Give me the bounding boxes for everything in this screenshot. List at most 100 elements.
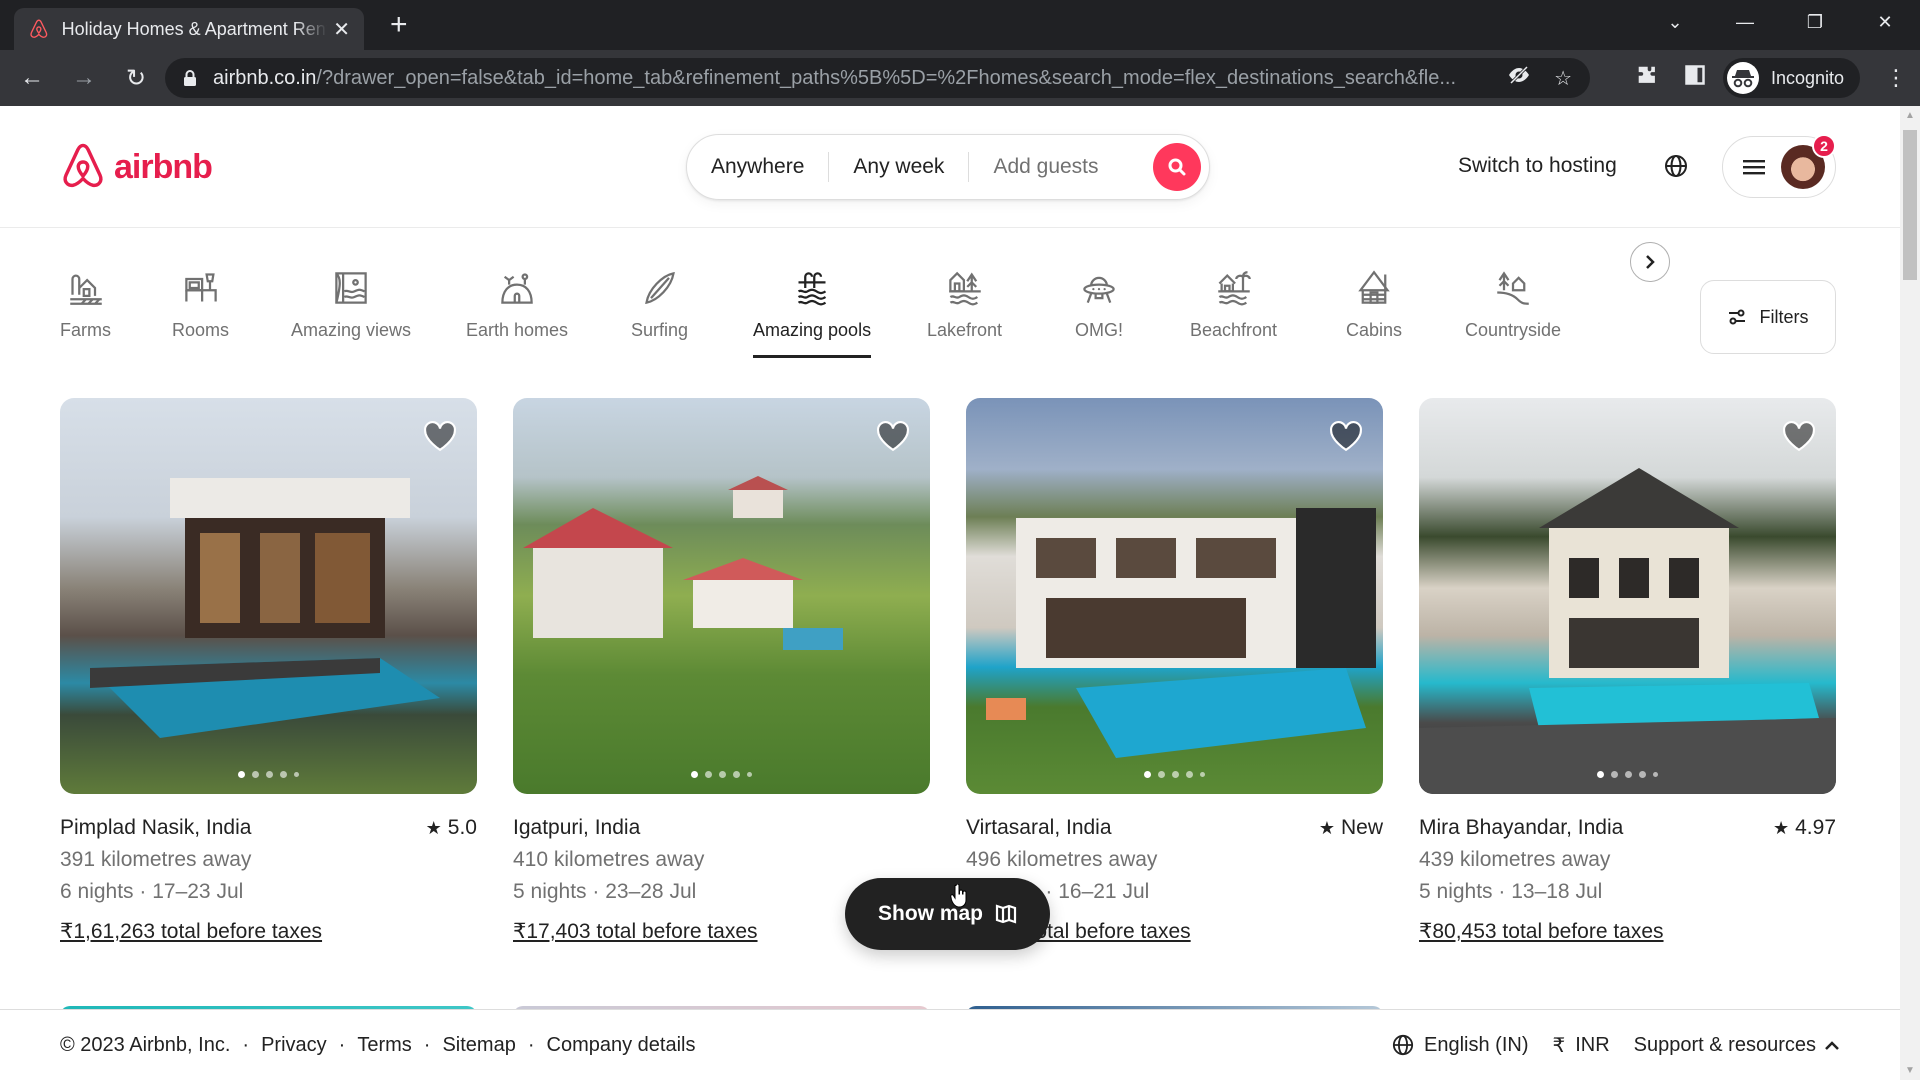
listing-photo[interactable]: [966, 398, 1383, 794]
listing-photo[interactable]: [1419, 398, 1836, 794]
rating-value: New: [1340, 816, 1383, 839]
rating-value: 4.97: [1795, 816, 1836, 839]
listing-card[interactable]: Igatpuri, India 410 kilometres away 5 ni…: [513, 398, 930, 948]
category-amazing-views[interactable]: Amazing views: [291, 266, 411, 341]
category-farms[interactable]: Farms: [60, 266, 111, 341]
tab-search-icon[interactable]: ⌄: [1640, 12, 1710, 33]
listing-photo[interactable]: [60, 398, 477, 794]
notification-badge: 2: [1812, 134, 1836, 158]
rupee-icon: ₹: [1552, 1034, 1566, 1057]
reload-button[interactable]: ↻: [116, 58, 156, 98]
wishlist-heart-icon[interactable]: [1782, 420, 1816, 452]
copyright: © 2023 Airbnb, Inc.: [60, 1033, 231, 1056]
new-tab-button[interactable]: +: [390, 10, 408, 40]
category-lakefront[interactable]: Lakefront: [927, 266, 1002, 341]
show-map-button[interactable]: Show map: [845, 878, 1050, 950]
listing-price[interactable]: ₹80,453 total before taxes: [1419, 916, 1836, 948]
separator: ·: [527, 1033, 535, 1056]
listing-distance: 391 kilometres away: [60, 848, 252, 871]
browser-tab[interactable]: Holiday Homes & Apartment Rentals - Airb…: [14, 8, 364, 50]
footer-currency-button[interactable]: ₹ INR: [1552, 1033, 1609, 1058]
category-rooms[interactable]: Rooms: [172, 266, 229, 341]
wishlist-heart-icon[interactable]: [1329, 420, 1363, 452]
filters-button[interactable]: Filters: [1700, 280, 1836, 354]
category-omg[interactable]: OMG!: [1075, 266, 1123, 341]
forward-button[interactable]: →: [64, 58, 104, 98]
page-scrollbar[interactable]: ▲ ▼: [1900, 106, 1920, 1080]
switch-to-hosting-link[interactable]: Switch to hosting: [1458, 154, 1617, 178]
footer-support-resources-button[interactable]: Support & resources: [1634, 1034, 1840, 1057]
search-add-guests-button[interactable]: Add guests: [969, 152, 1122, 182]
pool-icon: [797, 272, 827, 306]
listing-card[interactable]: Virtasaral, India ★ New 496 kilometres awa…: [966, 398, 1383, 948]
category-amazing-pools[interactable]: Amazing pools: [753, 266, 872, 358]
listing-card[interactable]: Pimplad Nasik, India ★ 5.0 391 kilometres …: [60, 398, 477, 948]
category-earth-homes[interactable]: Earth homes: [466, 266, 568, 341]
footer-link-sitemap[interactable]: Sitemap: [442, 1034, 515, 1057]
scroll-down-arrow[interactable]: ▼: [1900, 1065, 1920, 1076]
browser-toolbar: ← → ↻ airbnb.co.in/?drawer_open=false&ta…: [0, 50, 1920, 106]
listing-card[interactable]: Mira Bhayandar, India ★ 4.97 439 kilometre…: [1419, 398, 1836, 948]
category-label: Earth homes: [466, 320, 569, 340]
address-bar[interactable]: airbnb.co.in/?drawer_open=false&tab_id=h…: [165, 58, 1590, 98]
airbnb-favicon-icon: [30, 19, 48, 38]
url-text[interactable]: airbnb.co.in/?drawer_open=false&tab_id=h…: [213, 67, 1484, 90]
listing-price[interactable]: ₹1,61,263 total before taxes: [60, 916, 477, 948]
restore-button[interactable]: ❐: [1780, 12, 1850, 33]
listing-dates: 5 nights · 13–18 Jul: [1419, 880, 1603, 903]
wishlist-heart-icon[interactable]: [423, 420, 457, 452]
footer-language-button[interactable]: English (IN): [1392, 1034, 1528, 1057]
filters-sliders-icon: [1728, 309, 1745, 325]
chevron-right-icon: [1646, 255, 1655, 269]
search-anywhere-button[interactable]: Anywhere: [687, 152, 828, 182]
category-countryside[interactable]: Countryside: [1465, 266, 1561, 341]
map-icon: [995, 904, 1017, 924]
scrollbar-thumb[interactable]: [1903, 130, 1917, 280]
search-any-week-button[interactable]: Any week: [829, 152, 968, 182]
star-icon: ★: [1772, 818, 1790, 838]
listing-rating: ★ New: [1319, 812, 1383, 844]
listing-rating: ★ 4.97: [1773, 812, 1836, 844]
search-bar[interactable]: Anywhere Any week Add guests: [686, 134, 1210, 200]
listing-photo[interactable]: [513, 398, 930, 794]
close-window-button[interactable]: ✕: [1850, 12, 1920, 33]
airbnb-page: airbnb Anywhere Any week Add guests Swit…: [0, 106, 1900, 1080]
category-surfing[interactable]: Surfing: [631, 266, 688, 341]
close-tab-icon[interactable]: ✕: [333, 17, 350, 42]
listing-location: Igatpuri, India: [513, 816, 641, 839]
bookmark-star-icon[interactable]: ☆: [1554, 66, 1572, 91]
category-cabins[interactable]: Cabins: [1346, 266, 1402, 341]
wishlist-heart-icon[interactable]: [876, 420, 910, 452]
scroll-up-arrow[interactable]: ▲: [1900, 110, 1920, 121]
category-next-button[interactable]: [1630, 242, 1670, 282]
site-header: airbnb Anywhere Any week Add guests Swit…: [0, 106, 1900, 228]
minimize-button[interactable]: —: [1710, 12, 1780, 33]
star-icon: ★: [1318, 818, 1335, 838]
lakefront-icon: [948, 271, 981, 306]
photo-pagination-dots: [966, 771, 1383, 778]
back-button[interactable]: ←: [12, 58, 52, 98]
footer-link-company-details[interactable]: Company details: [547, 1034, 696, 1057]
browser-menu-icon[interactable]: ⋮: [1872, 65, 1920, 91]
incognito-profile-button[interactable]: Incognito: [1722, 58, 1860, 98]
listing-distance: 496 kilometres away: [966, 848, 1158, 871]
side-panel-icon[interactable]: [1671, 65, 1719, 91]
listing-distance: 439 kilometres away: [1419, 848, 1611, 871]
countryside-icon: [1497, 271, 1529, 305]
category-beachfront[interactable]: Beachfront: [1190, 266, 1277, 341]
search-button[interactable]: [1153, 143, 1201, 191]
support-label: Support & resources: [1633, 1033, 1816, 1056]
site-footer: © 2023 Airbnb, Inc. · Privacy · Terms · …: [0, 1009, 1900, 1080]
tracking-protection-icon[interactable]: [1508, 65, 1530, 91]
category-label: Lakefront: [927, 320, 1003, 340]
url-path: /?drawer_open=false&tab_id=home_tab&refi…: [316, 66, 1457, 89]
listing-location: Virtasaral, India: [966, 816, 1112, 839]
footer-link-privacy[interactable]: Privacy: [261, 1034, 327, 1057]
footer-link-terms[interactable]: Terms: [357, 1034, 411, 1057]
url-host: airbnb.co.in: [213, 66, 317, 89]
photo-pagination-dots: [513, 771, 930, 778]
airbnb-logo[interactable]: airbnb: [60, 142, 213, 192]
language-globe-icon[interactable]: [1664, 154, 1688, 183]
extensions-icon[interactable]: [1623, 64, 1671, 92]
listing-rating: ★ 5.0: [426, 812, 477, 844]
